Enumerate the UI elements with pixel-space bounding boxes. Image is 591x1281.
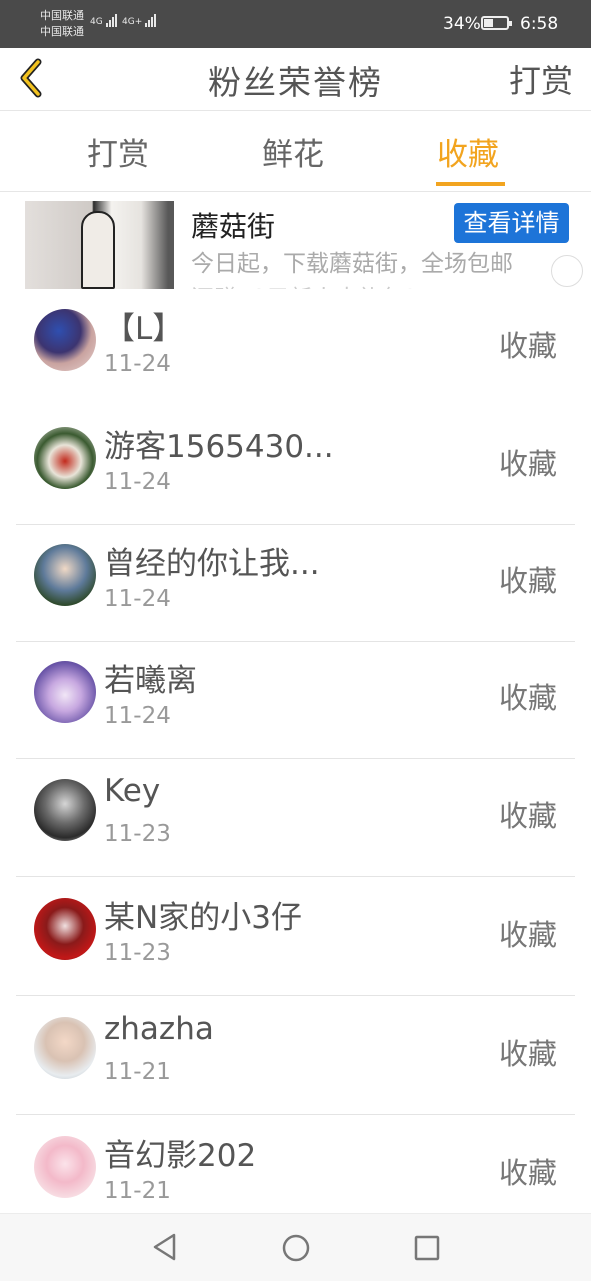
fan-name: 音幻影202 bbox=[104, 1138, 257, 1174]
list-item[interactable]: 游客1565430... 11-24 收藏 bbox=[0, 399, 591, 525]
tab-tip[interactable]: 打赏 bbox=[87, 129, 149, 174]
avatar bbox=[34, 544, 96, 606]
active-tab-indicator bbox=[436, 182, 505, 186]
list-item[interactable]: Key 11-23 收藏 bbox=[0, 751, 591, 877]
tab-bar: 打赏 鲜花 收藏 bbox=[0, 111, 591, 192]
avatar bbox=[34, 309, 96, 371]
list-item[interactable]: 某N家的小3仔 11-23 收藏 bbox=[0, 870, 591, 996]
fan-action: 收藏 bbox=[499, 918, 558, 952]
view-details-button[interactable]: 查看详情 bbox=[454, 203, 569, 243]
tab-flowers[interactable]: 鲜花 bbox=[262, 129, 324, 174]
fan-date: 11-24 bbox=[104, 586, 171, 612]
fan-action: 收藏 bbox=[499, 447, 558, 481]
avatar bbox=[34, 898, 96, 960]
fan-action: 收藏 bbox=[499, 799, 558, 833]
list-item[interactable]: 曾经的你让我... 11-24 收藏 bbox=[0, 516, 591, 642]
list-item[interactable]: 音幻影202 11-21 收藏 bbox=[0, 1108, 591, 1234]
avatar bbox=[34, 779, 96, 841]
header: 粉丝荣誉榜 打赏 bbox=[0, 48, 591, 111]
clock: 6:58 bbox=[520, 14, 559, 34]
fan-date: 11-21 bbox=[104, 1059, 171, 1085]
tip-button[interactable]: 打赏 bbox=[509, 56, 573, 102]
avatar bbox=[34, 661, 96, 723]
ad-description-line2: 还赠50元新人大礼包！ bbox=[191, 279, 427, 289]
square-recents-icon[interactable] bbox=[413, 1234, 441, 1262]
fan-name: zhazha bbox=[104, 1011, 214, 1047]
page-title: 粉丝荣誉榜 bbox=[208, 63, 383, 102]
ad-close-icon[interactable] bbox=[551, 255, 583, 287]
list-item[interactable]: 【L】 11-24 收藏 bbox=[0, 289, 591, 407]
carrier-info: 中国联通 中国联通 bbox=[40, 8, 84, 40]
battery-icon bbox=[481, 16, 512, 30]
fan-action: 收藏 bbox=[499, 1156, 558, 1190]
fan-action: 收藏 bbox=[499, 681, 558, 715]
signal-1-icon: 4G bbox=[90, 14, 118, 27]
fan-name: 游客1565430... bbox=[104, 429, 334, 465]
signal-2-icon: 4G+ bbox=[122, 14, 157, 27]
fan-name: 若曦离 bbox=[104, 663, 197, 699]
fan-date: 11-24 bbox=[104, 703, 171, 729]
fan-name: 曾经的你让我... bbox=[104, 546, 320, 582]
fan-action: 收藏 bbox=[499, 1037, 558, 1071]
ad-image bbox=[25, 201, 174, 289]
status-bar: 中国联通 中国联通 4G 4G+ 34% 6:58 bbox=[0, 0, 591, 48]
fan-date: 11-21 bbox=[104, 1178, 171, 1204]
avatar bbox=[34, 1017, 96, 1079]
fan-action: 收藏 bbox=[499, 329, 558, 363]
fan-date: 11-23 bbox=[104, 940, 171, 966]
avatar bbox=[34, 1136, 96, 1198]
ad-title: 蘑菇街 bbox=[191, 210, 276, 243]
carrier-1: 中国联通 bbox=[40, 9, 84, 22]
fan-name: Key bbox=[104, 773, 161, 809]
ad-banner[interactable]: 蘑菇街 查看详情 今日起，下载蘑菇街，全场包邮 还赠50元新人大礼包！ bbox=[0, 193, 591, 289]
fan-date: 11-24 bbox=[104, 351, 171, 377]
tab-favorites[interactable]: 收藏 bbox=[437, 129, 499, 174]
list-item[interactable]: zhazha 11-21 收藏 bbox=[0, 989, 591, 1115]
triangle-back-icon[interactable] bbox=[150, 1232, 180, 1262]
fan-date: 11-23 bbox=[104, 821, 171, 847]
navigation-bar bbox=[0, 1213, 591, 1281]
ad-description: 今日起，下载蘑菇街，全场包邮 bbox=[191, 251, 513, 277]
list-item[interactable]: 若曦离 11-24 收藏 bbox=[0, 633, 591, 759]
fan-name: 某N家的小3仔 bbox=[104, 900, 302, 936]
fan-name: 【L】 bbox=[104, 311, 184, 347]
fan-action: 收藏 bbox=[499, 564, 558, 598]
avatar bbox=[34, 427, 96, 489]
circle-home-icon[interactable] bbox=[281, 1233, 311, 1263]
battery-percent: 34% bbox=[443, 14, 481, 34]
fan-date: 11-24 bbox=[104, 469, 171, 495]
carrier-2: 中国联通 bbox=[40, 25, 84, 38]
